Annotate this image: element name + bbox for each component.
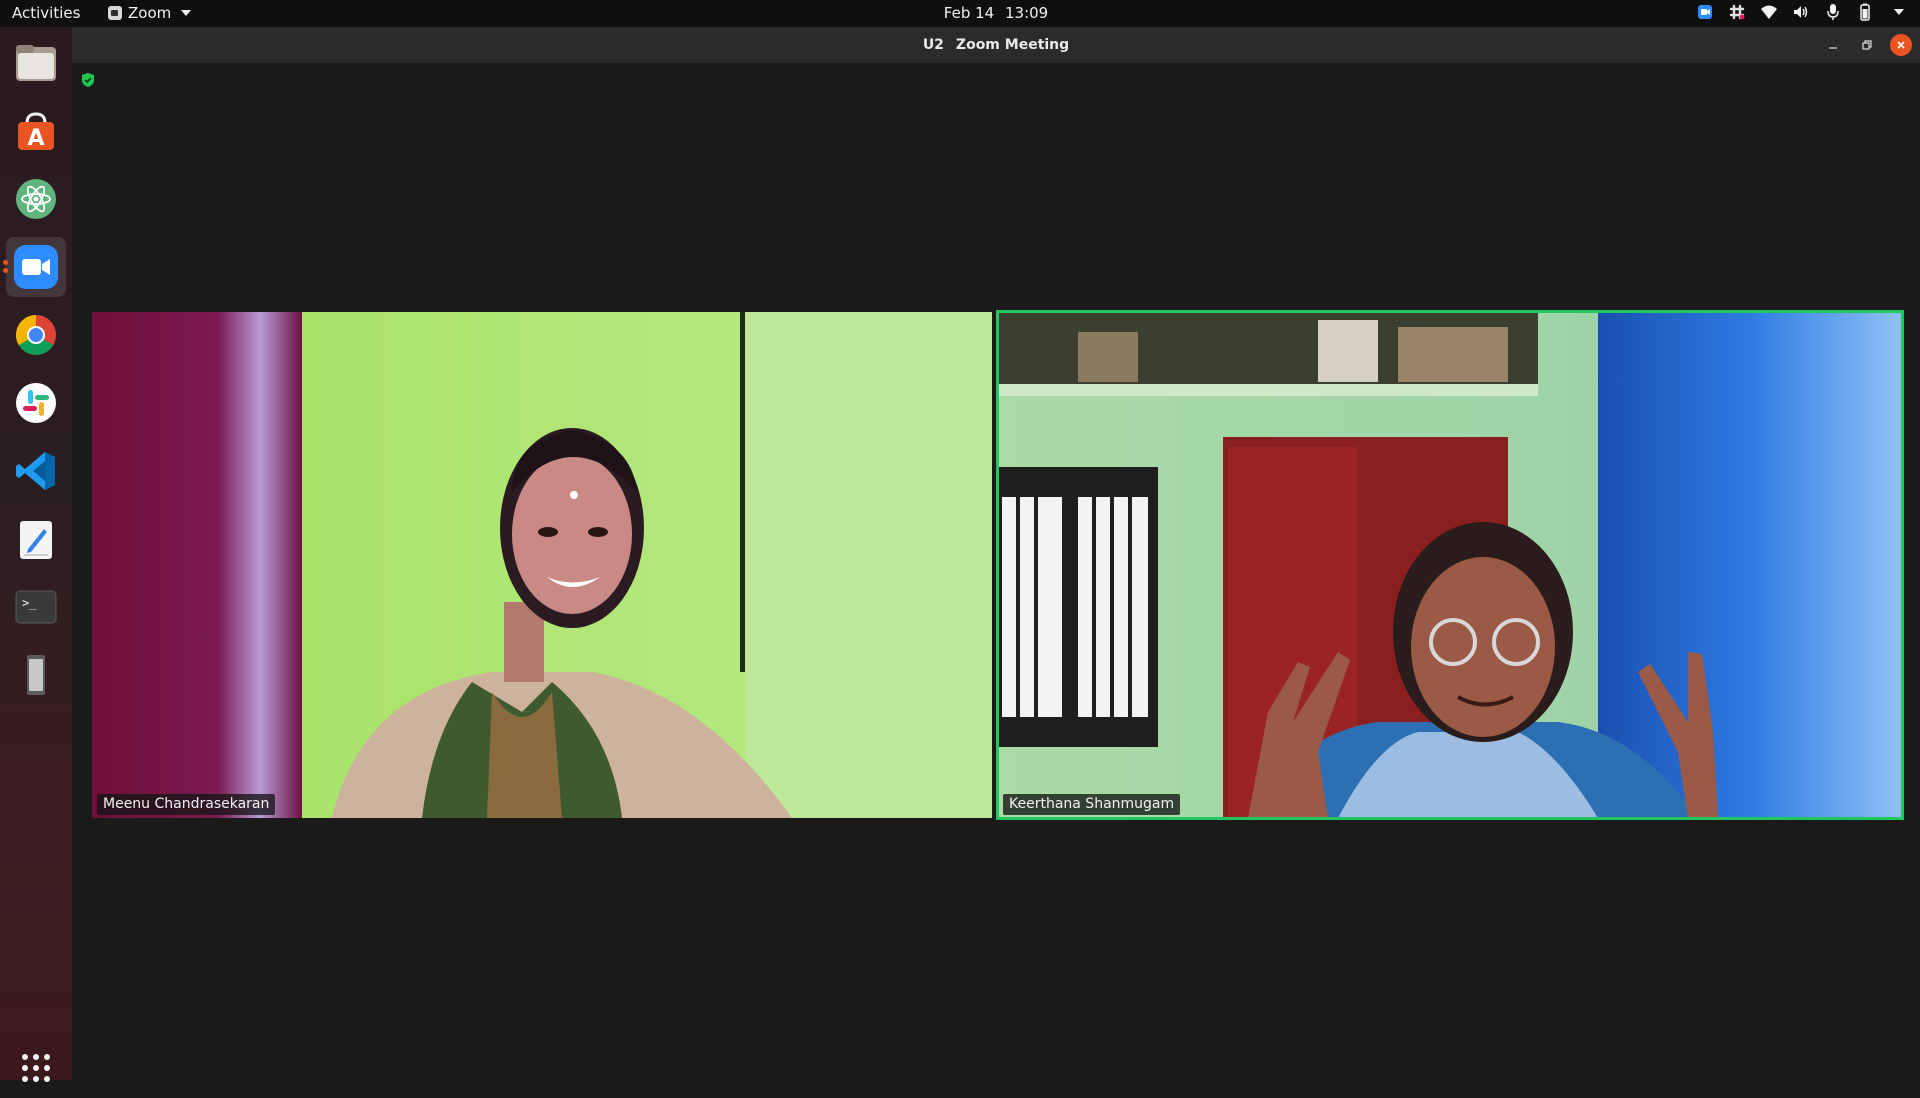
close-button[interactable] [1890, 34, 1912, 56]
microphone-icon[interactable] [1824, 3, 1842, 21]
atom-launcher[interactable] [6, 169, 66, 229]
clock-date: Feb 14 [943, 4, 995, 22]
wifi-icon[interactable] [1760, 3, 1778, 21]
slack-launcher[interactable] [6, 373, 66, 433]
window-title-bar[interactable]: U2 Zoom Meeting [72, 27, 1920, 63]
removable-drive-launcher[interactable] [6, 645, 66, 705]
ubuntu-software-icon: A [18, 112, 54, 151]
restore-button[interactable] [1856, 34, 1878, 56]
zoom-launcher[interactable] [6, 237, 66, 297]
participant-name-tag: Keerthana Shanmugam [1003, 794, 1181, 815]
vscode-launcher[interactable] [6, 441, 66, 501]
participant-video [998, 312, 1902, 818]
running-indicator [3, 268, 8, 273]
battery-icon[interactable] [1856, 3, 1874, 21]
text-editor-launcher[interactable] [6, 509, 66, 569]
running-indicator [3, 260, 8, 265]
minimize-icon [1829, 47, 1837, 49]
ubuntu-software-launcher[interactable]: A [6, 101, 66, 161]
participant-video [92, 312, 992, 818]
files-icon [16, 45, 56, 81]
atom-icon [16, 179, 56, 219]
show-applications-button[interactable] [6, 1038, 66, 1098]
slack-icon [16, 383, 56, 423]
grid-icon [22, 1054, 50, 1082]
video-tile-participant-1[interactable]: Meenu Chandrasekaran [92, 312, 992, 818]
svg-text:A: A [27, 126, 44, 151]
terminal-launcher[interactable]: >_ [6, 577, 66, 637]
video-tile-participant-2-active-speaker[interactable]: Keerthana Shanmugam [996, 310, 1904, 820]
system-tray [1696, 3, 1906, 21]
svg-text:>_: >_ [22, 596, 37, 610]
drive-icon [27, 655, 45, 695]
vscode-icon [16, 452, 55, 490]
text-editor-icon [20, 521, 52, 559]
files-launcher[interactable] [6, 33, 66, 93]
participant-name-tag: Meenu Chandrasekaran [97, 794, 276, 815]
volume-icon[interactable] [1792, 3, 1810, 21]
restore-icon [1862, 40, 1872, 50]
zoom-icon [14, 245, 58, 289]
system-menu-chevron-down-icon[interactable] [1888, 3, 1906, 21]
chrome-icon [16, 315, 56, 355]
window-title-prefix: U2 [922, 37, 944, 53]
dock: A >_ [0, 27, 72, 1082]
window-title: Zoom Meeting [955, 37, 1070, 53]
minimize-button[interactable] [1822, 34, 1844, 56]
top-bar: Activities Zoom Feb 14 13:09 [0, 0, 1920, 27]
chrome-launcher[interactable] [6, 305, 66, 365]
close-icon [1897, 41, 1905, 49]
clock[interactable]: Feb 14 13:09 [0, 4, 1920, 22]
encryption-shield-icon[interactable] [80, 72, 96, 88]
slack-tray-icon[interactable] [1728, 3, 1746, 21]
terminal-icon: >_ [15, 590, 57, 624]
clock-time: 13:09 [1004, 4, 1049, 22]
window-controls [1822, 34, 1912, 56]
zoom-tray-icon[interactable] [1696, 3, 1714, 21]
